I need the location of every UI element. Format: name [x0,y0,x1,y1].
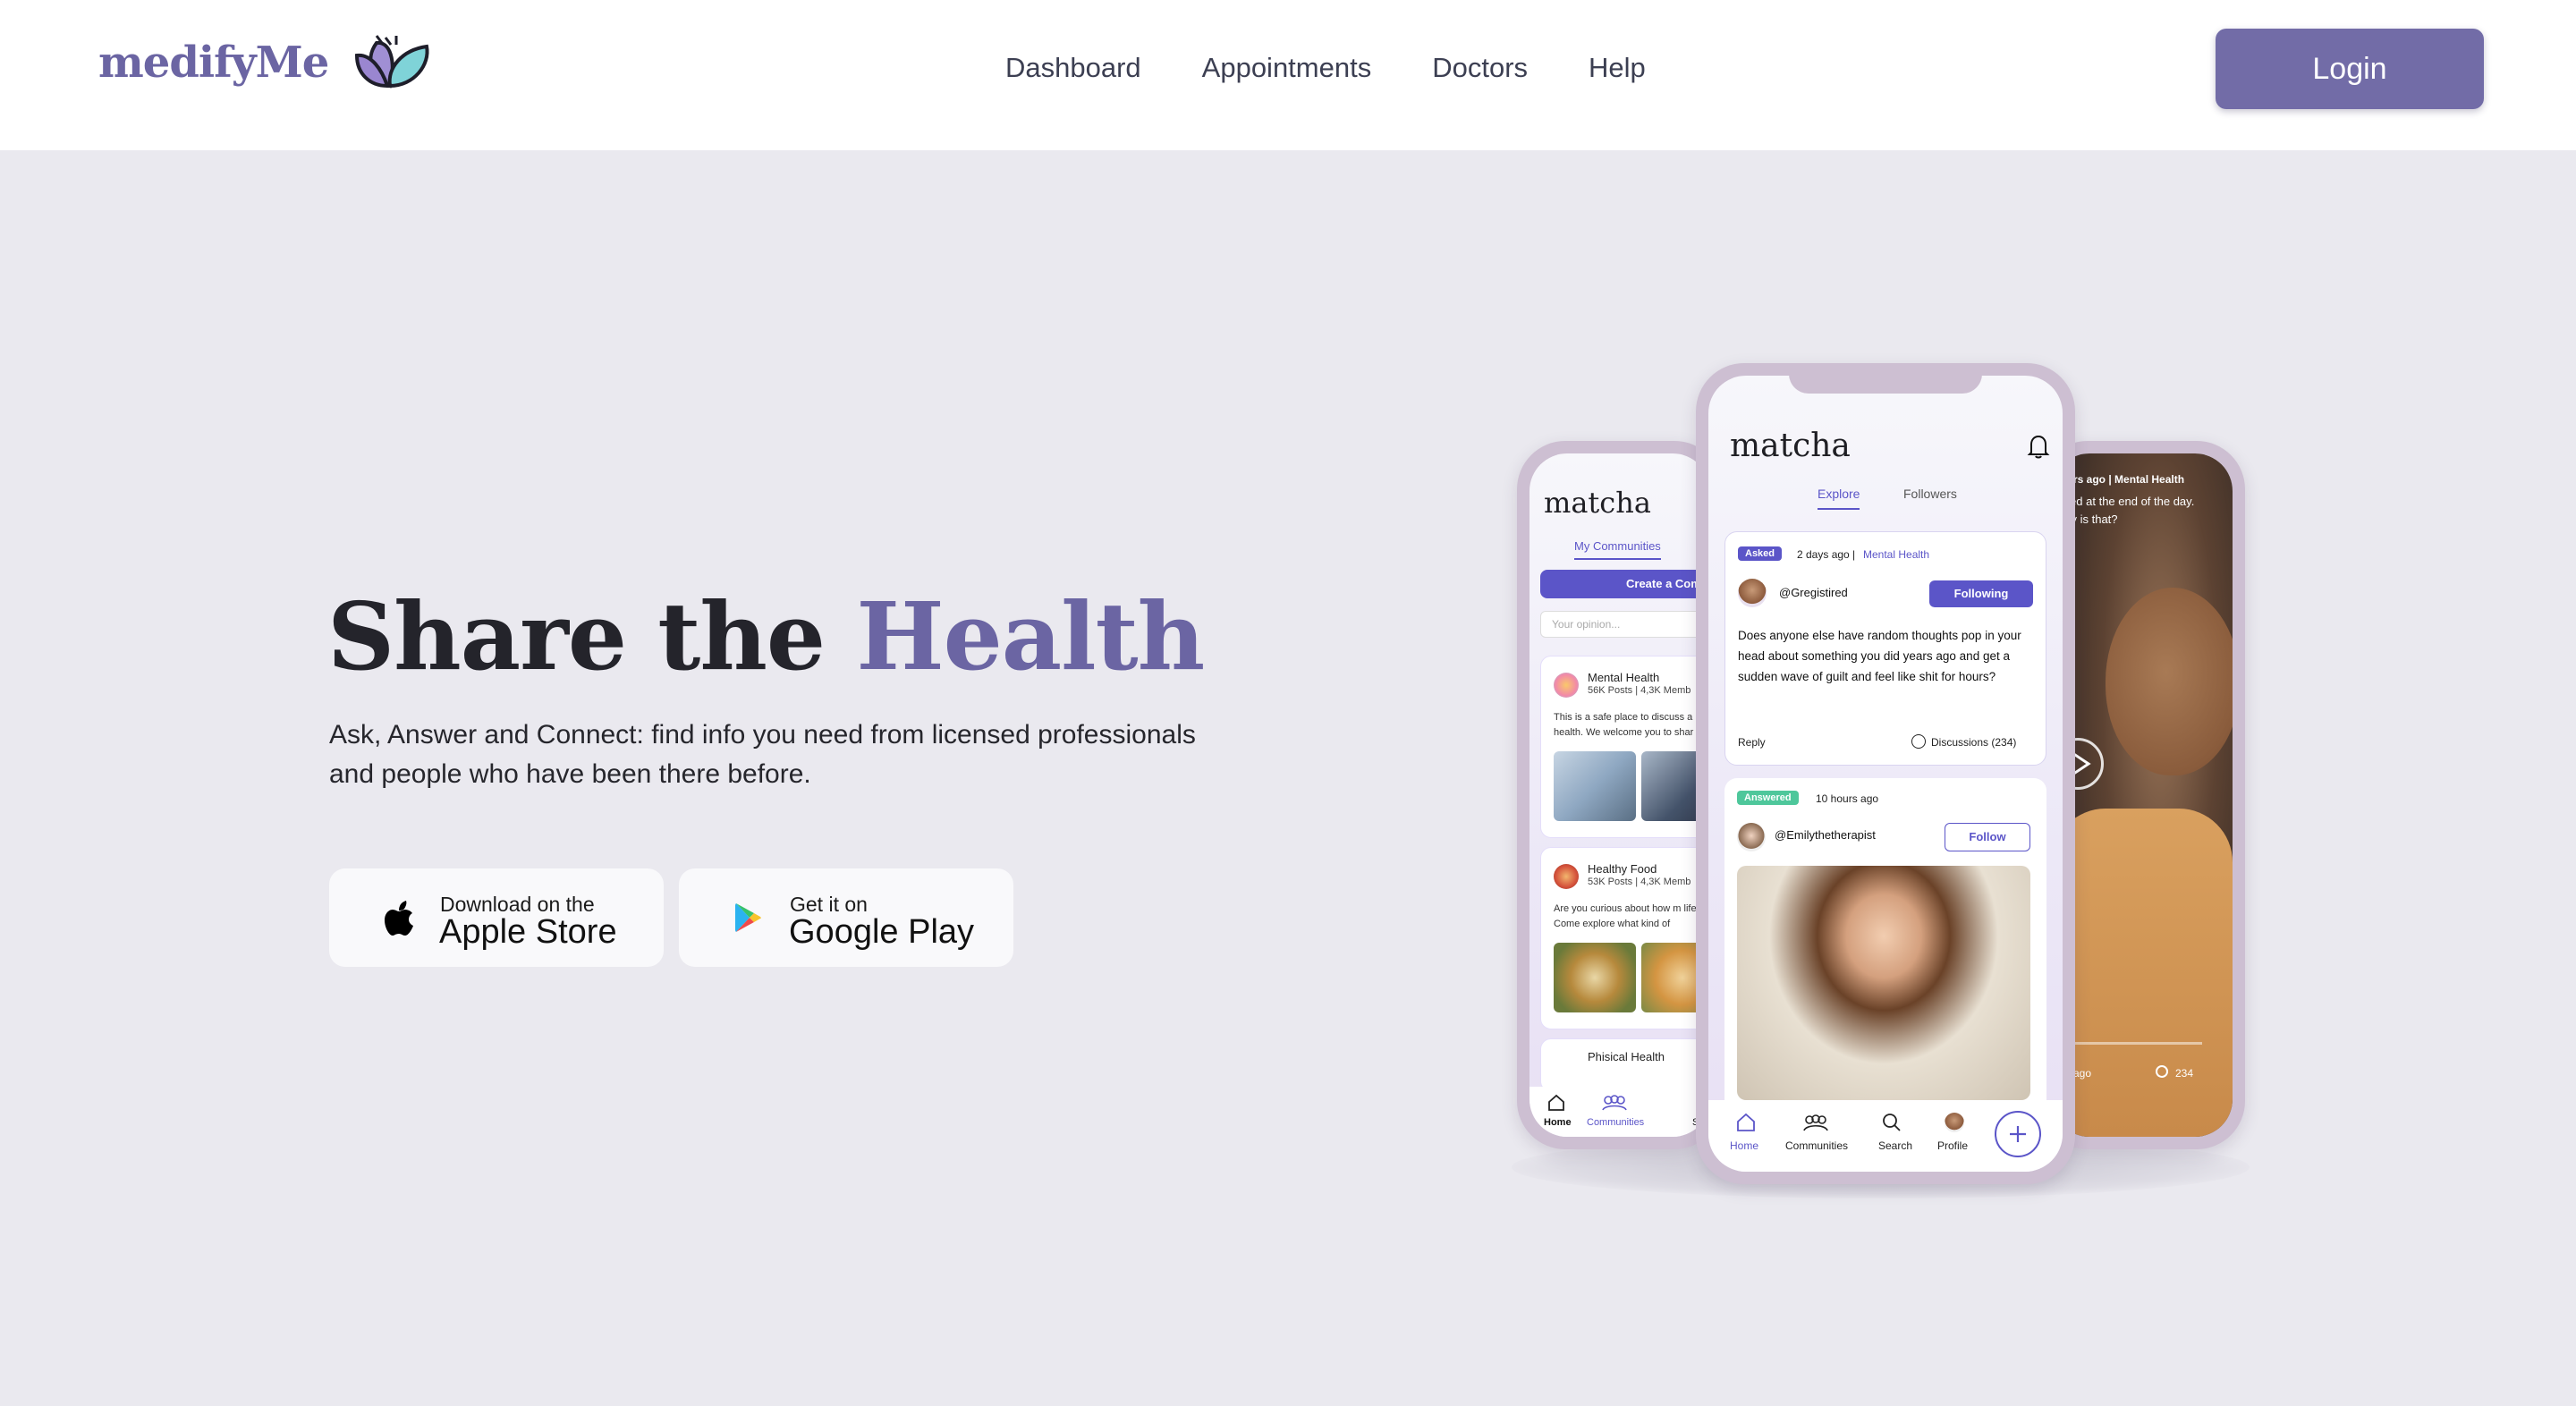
post-card-asked[interactable]: Asked 2 days ago | Mental Health @Gregis… [1724,531,2046,766]
community-image-1 [1554,943,1636,1012]
google-play-big: Google Play [789,913,975,951]
comment-icon[interactable] [2156,1065,2168,1078]
community-image-1 [1554,751,1636,821]
plus-icon [2010,1126,2026,1142]
home-icon[interactable] [1546,1094,1566,1112]
top-header: medifyMe Dashboard Appointments Doctors … [0,0,2576,150]
bell-icon[interactable] [2027,433,2050,460]
google-play-icon [735,903,761,932]
center-app-title: matcha [1730,428,1851,464]
google-play-button[interactable]: Get it on Google Play [679,868,1013,967]
nav-doctors[interactable]: Doctors [1432,50,1528,86]
post-meta: 10 hours ago [1816,792,1879,805]
follow-button[interactable]: Follow [1945,823,2030,851]
home-icon[interactable] [1735,1113,1757,1132]
video-caption: I tired at the end of the day. Why is th… [2054,495,2195,526]
phone-left-screen: matcha My Communities Create a Com Your … [1530,453,1710,1137]
post-card-answered[interactable]: Answered 10 hours ago @Emilythetherapist… [1724,778,2046,1127]
left-search-input[interactable]: Your opinion... [1540,611,1710,638]
avatar [1738,579,1767,607]
post-username[interactable]: @Gregistired [1779,586,1848,599]
phone-notch [1789,363,1982,394]
community-desc: This is a safe place to discuss a health… [1554,712,1694,738]
video-count: 234 [2175,1067,2194,1080]
left-tab-my-communities[interactable]: My Communities [1574,539,1661,560]
add-post-button[interactable] [1995,1111,2041,1157]
left-search-placeholder: Your opinion... [1552,618,1621,631]
brand[interactable]: medifyMe [98,34,430,91]
center-bottom-nav: Home Communities Search Profile [1708,1100,2063,1172]
post-text: Does anyone else have random thoughts po… [1738,629,2021,683]
community-card-phisical-health[interactable]: Phisical Health [1540,1038,1710,1092]
create-community-button[interactable]: Create a Com [1540,570,1710,598]
following-button[interactable]: Following [1929,580,2033,607]
answered-badge: Answered [1737,791,1799,805]
nav-help[interactable]: Help [1589,50,1646,86]
nav-dashboard[interactable]: Dashboard [1005,50,1141,86]
nav-home[interactable]: Home [1730,1139,1758,1152]
hero-title: Share the Health [327,581,1205,691]
left-app-title: matcha [1544,486,1651,520]
communities-icon[interactable] [1801,1113,1830,1132]
community-card-mental-health[interactable]: Mental Health 56K Posts | 4,3K Memb This… [1540,656,1710,838]
left-nav-home[interactable]: Home [1544,1117,1572,1128]
community-card-healthy-food[interactable]: Healthy Food 53K Posts | 4,3K Memb Are y… [1540,847,1710,1029]
communities-icon[interactable] [1601,1094,1628,1112]
apple-icon [385,901,413,936]
left-nav-communities[interactable]: Communities [1587,1117,1644,1128]
nav-communities[interactable]: Communities [1785,1139,1848,1152]
login-button[interactable]: Login [2216,29,2484,109]
tab-followers[interactable]: Followers [1903,487,1957,501]
phone-left: matcha My Communities Create a Com Your … [1517,441,1723,1149]
apple-store-big: Apple Store [439,913,617,951]
create-community-label: Create a Com [1626,577,1701,590]
phone-right-screen: hours ago | Mental Health I tired at the… [2052,453,2233,1137]
brand-name: medifyMe [98,38,329,88]
community-stats: 56K Posts | 4,3K Memb [1588,685,1691,696]
search-icon[interactable] [1882,1113,1902,1132]
profile-avatar[interactable] [1945,1113,1964,1132]
main-nav: Dashboard Appointments Doctors Help [1005,50,1707,86]
nav-profile[interactable]: Profile [1937,1139,1968,1152]
hero-title-accent: Health [856,581,1205,691]
tab-explore[interactable]: Explore [1818,487,1860,510]
community-desc: Are you curious about how m life? Come e… [1554,903,1702,929]
avatar [1737,823,1766,851]
left-bottom-nav: Home Communities Se [1530,1087,1710,1137]
post-meta: 2 days ago | [1797,548,1856,561]
video-face [2106,588,2233,775]
post-topic[interactable]: Mental Health [1863,548,1929,561]
nav-appointments[interactable]: Appointments [1202,50,1372,86]
leaf-logo-icon [355,35,429,89]
apple-store-button[interactable]: Download on the Apple Store [329,868,664,967]
video-shirt [2052,809,2233,1137]
community-name: Mental Health [1588,671,1660,684]
community-name: Healthy Food [1588,862,1657,876]
nav-search[interactable]: Search [1878,1139,1912,1152]
community-name: Phisical Health [1588,1050,1665,1063]
discussions-count[interactable]: Discussions (234) [1931,736,2016,749]
discussion-icon[interactable] [1911,734,1926,749]
hero-title-plain: Share the [327,581,857,691]
video-player[interactable]: hours ago | Mental Health I tired at the… [2052,453,2233,1137]
community-stats: 53K Posts | 4,3K Memb [1588,877,1691,887]
reply-link[interactable]: Reply [1738,736,1766,749]
hero-subtitle: Ask, Answer and Connect: find info you n… [329,720,1196,789]
phone-center: matcha Explore Followers Asked 2 days ag… [1696,363,2075,1184]
community-avatar [1554,864,1579,889]
post-username[interactable]: @Emilythetherapist [1775,828,1876,842]
phone-center-screen: matcha Explore Followers Asked 2 days ag… [1708,376,2063,1172]
community-avatar [1554,673,1579,698]
post-photo [1737,866,2030,1100]
asked-badge: Asked [1738,546,1783,561]
